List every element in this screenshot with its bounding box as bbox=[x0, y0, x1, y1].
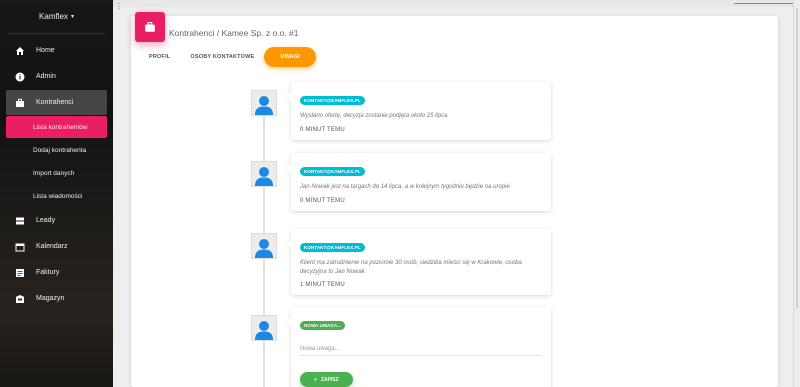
storage-icon bbox=[14, 215, 26, 227]
scrollbar[interactable] bbox=[793, 0, 800, 387]
page-title: Kontrahenci / Kamee Sp. z o.o. #1 bbox=[169, 28, 299, 38]
sidebar-item-kontrahenci[interactable]: Kontrahenci bbox=[6, 90, 107, 115]
brand-menu[interactable]: Kamflex ▾ bbox=[8, 0, 105, 34]
save-button-label: ZAPISZ bbox=[320, 376, 339, 383]
sidebar-item-label: Admin bbox=[36, 73, 56, 80]
sidebar-item-label: Kontrahenci bbox=[36, 99, 74, 106]
plus-icon: + bbox=[314, 376, 317, 383]
sidebar-item-label: Magazyn bbox=[36, 295, 65, 302]
sidebar-subitem-label: Lista kontrahentów bbox=[33, 123, 88, 131]
tab-uwagi[interactable]: UWAGI bbox=[264, 47, 317, 67]
avatar bbox=[251, 315, 277, 341]
note-author-badge: KONTAKT@KAMFLEX.PL bbox=[300, 243, 365, 252]
avatar bbox=[251, 90, 277, 116]
sidebar-item-magazyn[interactable]: Magazyn bbox=[6, 286, 107, 311]
new-note-card: NOWA UWAGA... Nowa uwaga... + ZAPISZ bbox=[291, 307, 551, 387]
note-text: Wysłano ofertę, decyzja zostanie podjęta… bbox=[300, 113, 448, 119]
new-note-input[interactable]: Nowa uwaga... bbox=[300, 346, 542, 356]
note-card: KONTAKT@KAMFLEX.PL Klient ma zatrudnieni… bbox=[291, 229, 551, 296]
note-time: 0 MINUT TEMU bbox=[300, 197, 345, 204]
note-time: 1 MINUT TEMU bbox=[300, 282, 345, 289]
sidebar: Kamflex ▾ Home Admin Kontrahenci Lista k… bbox=[0, 0, 113, 387]
sidebar-item-leady[interactable]: Leady bbox=[6, 208, 107, 233]
save-button[interactable]: + ZAPISZ bbox=[300, 372, 353, 387]
note-text: Klient ma zatrudnienie na poziomie 30 os… bbox=[300, 260, 522, 275]
new-note-badge: NOWA UWAGA... bbox=[300, 321, 346, 330]
avatar bbox=[251, 233, 277, 259]
caret-down-icon: ▾ bbox=[70, 14, 74, 20]
sidebar-subitem-lista-kontrahentow[interactable]: Lista kontrahentów bbox=[6, 116, 107, 138]
calendar-icon bbox=[14, 241, 26, 253]
sidebar-item-label: Faktury bbox=[36, 269, 60, 276]
note-author-badge: KONTAKT@KAMFLEX.PL bbox=[300, 96, 365, 105]
brand-name: Kamflex bbox=[39, 12, 68, 21]
note-time: 0 MINUT TEMU bbox=[300, 126, 345, 133]
more-vert-icon[interactable]: ⋮ bbox=[115, 2, 123, 11]
sidebar-subitem-lista-wiadomosci[interactable]: Lista wiadomości bbox=[6, 185, 107, 207]
main-card: Kontrahenci / Kamee Sp. z o.o. #1 PROFIL… bbox=[131, 12, 778, 387]
tab-osoby-kontaktowe[interactable]: OSOBY KONTAKTOWE bbox=[180, 47, 264, 67]
sidebar-item-label: Leady bbox=[36, 217, 56, 224]
sidebar-item-label: Home bbox=[36, 47, 55, 54]
home-icon bbox=[14, 45, 26, 57]
briefcase-icon bbox=[14, 97, 26, 109]
note-card: KONTAKT@KAMFLEX.PL Jan Nowak jest na tar… bbox=[291, 153, 551, 211]
tab-profil[interactable]: PROFIL bbox=[139, 47, 180, 67]
sidebar-subitem-dodaj-kontrahenta[interactable]: Dodaj kontrahenta bbox=[6, 139, 107, 161]
sidebar-item-label: Kalendarz bbox=[36, 243, 68, 250]
briefcase-icon bbox=[135, 12, 165, 42]
sidebar-subitem-label: Import danych bbox=[33, 169, 75, 177]
top-strip bbox=[113, 0, 800, 7]
sidebar-subitem-label: Lista wiadomości bbox=[33, 192, 83, 200]
tab-bar: PROFIL OSOBY KONTAKTOWE UWAGI bbox=[139, 47, 317, 67]
sidebar-item-home[interactable]: Home bbox=[6, 38, 107, 63]
note-author-badge: KONTAKT@KAMFLEX.PL bbox=[300, 167, 365, 176]
list-icon bbox=[14, 267, 26, 279]
sidebar-item-faktury[interactable]: Faktury bbox=[6, 260, 107, 285]
note-card: KONTAKT@KAMFLEX.PL Wysłano ofertę, decyz… bbox=[291, 82, 551, 140]
sidebar-subitem-import-danych[interactable]: Import danych bbox=[6, 162, 107, 184]
sidebar-item-admin[interactable]: Admin bbox=[6, 64, 107, 89]
avatar bbox=[251, 161, 277, 187]
info-icon bbox=[14, 71, 26, 83]
store-icon bbox=[14, 293, 26, 305]
sidebar-subitem-label: Dodaj kontrahenta bbox=[33, 146, 87, 154]
sidebar-item-kalendarz[interactable]: Kalendarz bbox=[6, 234, 107, 259]
note-text: Jan Nowak jest na targach do 14 lipca, a… bbox=[300, 184, 510, 190]
